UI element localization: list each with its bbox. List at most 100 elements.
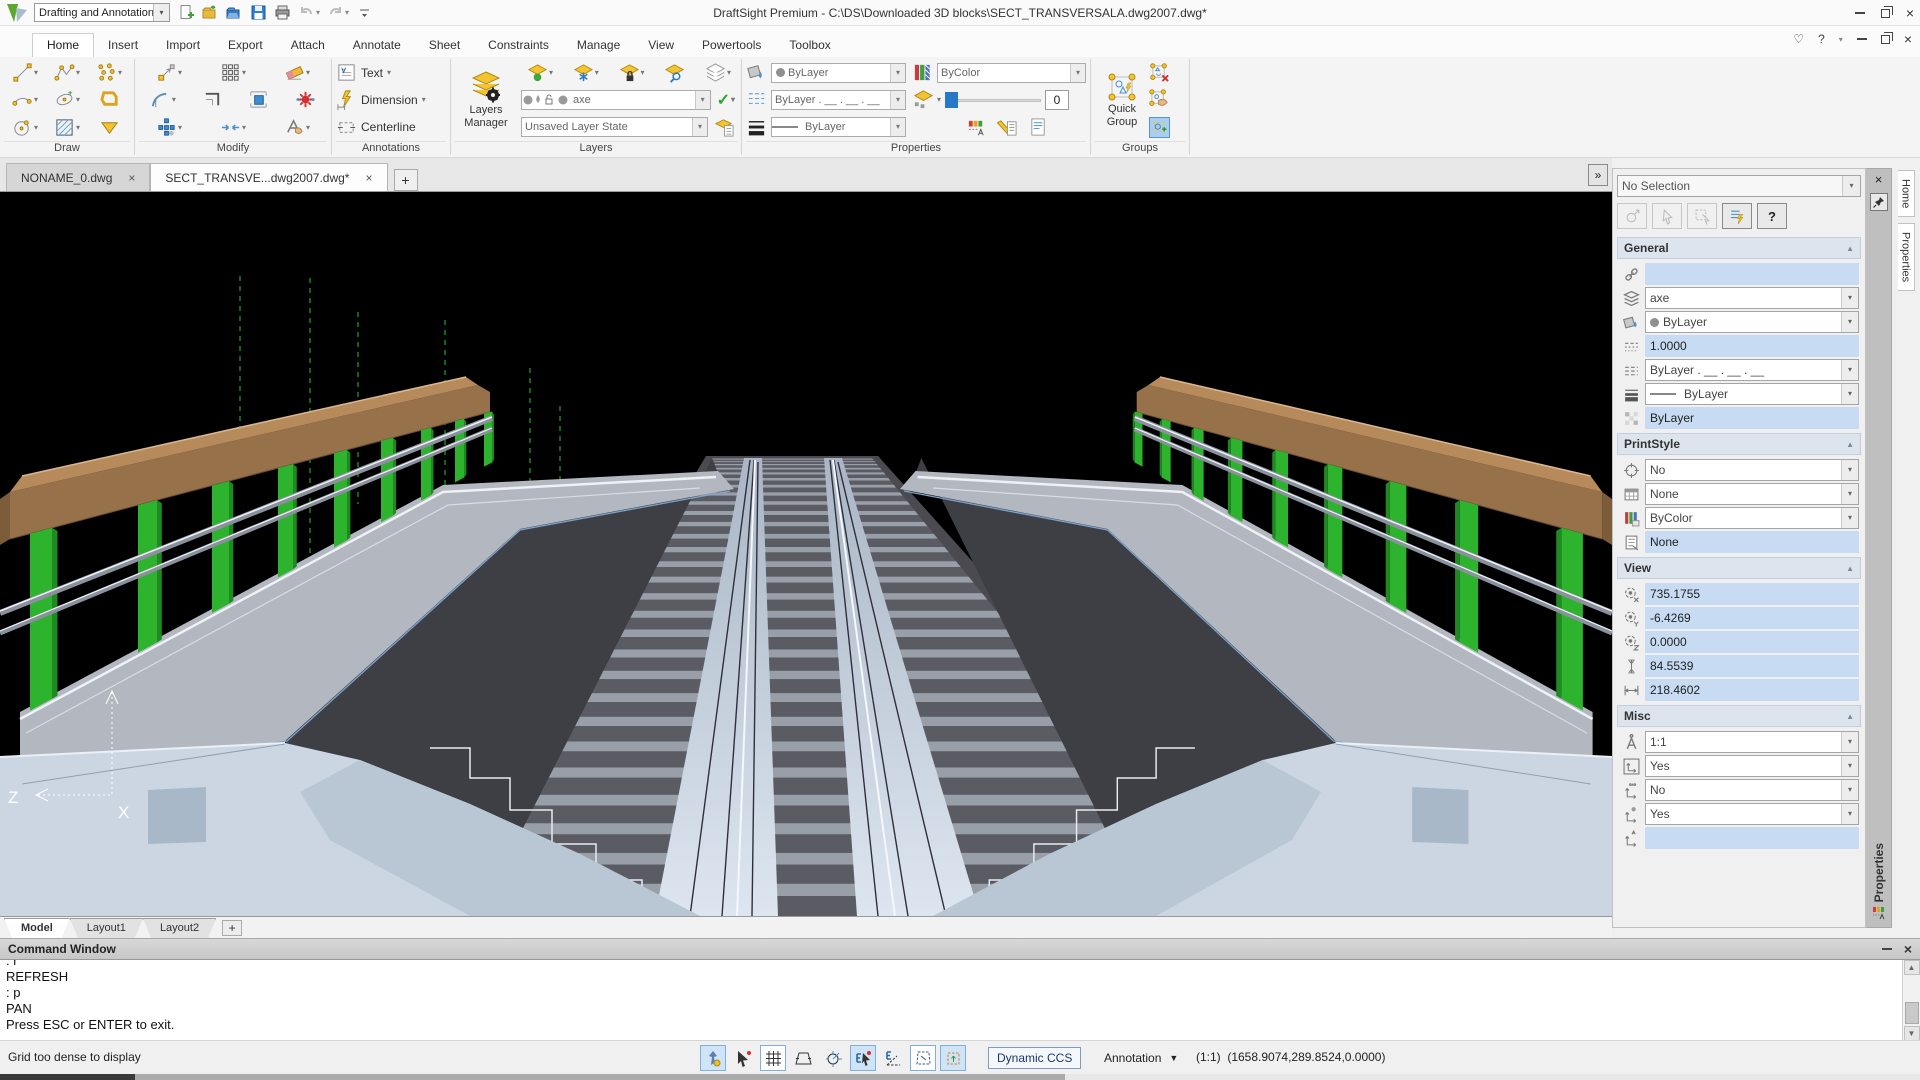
- selection-dropdown[interactable]: No Selection▾: [1617, 175, 1861, 197]
- scroll-thumb[interactable]: [1905, 1002, 1919, 1024]
- tab-insert[interactable]: Insert: [94, 34, 152, 57]
- dynamic-ccs-button[interactable]: Dynamic CCS: [988, 1047, 1081, 1069]
- grid-toggle[interactable]: [760, 1045, 786, 1071]
- text-tool[interactable]: Text▾: [336, 60, 446, 86]
- doc-close-button[interactable]: ×: [1904, 33, 1912, 45]
- customize-qat-button[interactable]: [356, 4, 373, 21]
- new-layout-button[interactable]: +: [222, 920, 242, 936]
- scroll-up-icon[interactable]: ▲: [1904, 960, 1920, 975]
- esnap-toggle[interactable]: [850, 1045, 876, 1071]
- command-window[interactable]: : r REFRESH : p PAN Press ESC or ENTER t…: [0, 959, 1920, 1040]
- line-color-dropdown[interactable]: ByLayer▾: [771, 63, 906, 83]
- annotation-monitor-icon[interactable]: [966, 117, 987, 138]
- command-scrollbar[interactable]: ▲ ▼: [1902, 960, 1920, 1040]
- active-layer-dropdown[interactable]: axe ▾: [521, 90, 711, 110]
- doc-tab-noname[interactable]: NONAME_0.dwg×: [6, 163, 150, 191]
- doc-minimize-button[interactable]: [1857, 38, 1867, 40]
- undo-button[interactable]: ▾: [298, 4, 320, 21]
- ungroup-button[interactable]: [1149, 62, 1170, 83]
- grid-snap-toggle[interactable]: [730, 1045, 756, 1071]
- save-button[interactable]: [250, 4, 267, 21]
- ucs-icon-dropdown[interactable]: Yes▾: [1645, 755, 1859, 777]
- command-minimize-button[interactable]: [1882, 948, 1892, 950]
- palette-tab-properties[interactable]: Properties: [1898, 223, 1915, 291]
- layer-freeze-tool[interactable]: ▾: [571, 60, 601, 86]
- layout2-tab[interactable]: Layout2: [143, 918, 216, 938]
- close-icon[interactable]: ×: [128, 171, 135, 185]
- section-view[interactable]: View▲: [1617, 557, 1861, 579]
- line-weight-dropdown[interactable]: ByLayer▾: [771, 117, 906, 137]
- tab-attach[interactable]: Attach: [277, 34, 339, 57]
- document-icon[interactable]: [1028, 117, 1049, 138]
- tab-manage[interactable]: Manage: [563, 34, 634, 57]
- view-center-y-field[interactable]: -6.4269: [1645, 607, 1859, 629]
- weld-tool[interactable]: [293, 87, 318, 113]
- chevron-down-icon[interactable]: ▾: [316, 8, 320, 17]
- tab-powertools[interactable]: Powertools: [688, 34, 775, 57]
- drawing-canvas[interactable]: Z X: [0, 192, 1612, 916]
- line-color-dropdown[interactable]: ByLayer▾: [1645, 311, 1859, 333]
- visual-style-field[interactable]: [1645, 827, 1859, 849]
- annotation-monitor-mini-icon[interactable]: [1872, 906, 1886, 923]
- tab-import[interactable]: Import: [152, 34, 214, 57]
- scale-tool[interactable]: ▾: [282, 114, 312, 140]
- apply-layer-check[interactable]: ✓▾: [715, 87, 737, 113]
- circle-tool[interactable]: ▾: [4, 114, 46, 140]
- quick-group-button[interactable]: Quick Group: [1095, 59, 1149, 141]
- line-weight-dropdown[interactable]: ByLayer▾: [1645, 383, 1859, 405]
- layer-state-manager-icon[interactable]: [712, 114, 737, 140]
- layer-activate-tool[interactable]: ▾: [525, 60, 555, 86]
- new-file-button[interactable]: [178, 4, 195, 21]
- printstyle-table-dropdown[interactable]: None▾: [1645, 483, 1859, 505]
- print-button[interactable]: [274, 4, 291, 21]
- pattern-tool[interactable]: ▾: [218, 60, 248, 86]
- offset-tool[interactable]: [246, 87, 271, 113]
- chevron-down-icon[interactable]: ▾: [695, 91, 710, 109]
- stretch-tool[interactable]: ▾: [154, 114, 184, 140]
- doc-restore-button[interactable]: [1881, 35, 1890, 44]
- command-close-button[interactable]: ×: [1904, 943, 1912, 955]
- annotation-scale-dropdown[interactable]: Annotation▼: [1098, 1047, 1184, 1069]
- select-add-button[interactable]: [1687, 203, 1717, 229]
- ellipse-tool[interactable]: ▾: [46, 87, 88, 113]
- line-style-dropdown[interactable]: ByLayer . __ . __ . __▾: [771, 90, 906, 110]
- panel-pin-button[interactable]: [1870, 193, 1888, 211]
- dimension-tool[interactable]: Dimension▾: [336, 87, 446, 113]
- tab-toolbox[interactable]: Toolbox: [775, 34, 844, 57]
- line-tool[interactable]: ▾: [4, 60, 46, 86]
- chevron-down-icon[interactable]: ▾: [153, 4, 169, 21]
- model-tab[interactable]: Model: [4, 918, 70, 938]
- tab-view[interactable]: View: [634, 34, 688, 57]
- workspace-selector[interactable]: Drafting and Annotation ▾: [34, 3, 170, 22]
- trim-tool[interactable]: [200, 87, 225, 113]
- doc-tab-sect-transversala[interactable]: SECT_TRANSVE...dwg2007.dwg*×: [150, 163, 387, 191]
- ccs-box-toggle[interactable]: [940, 1045, 966, 1071]
- polyline-tool[interactable]: ▾: [46, 60, 88, 86]
- hyperlink-field[interactable]: [1645, 263, 1859, 285]
- import-folder-button[interactable]: [226, 4, 243, 21]
- section-general[interactable]: General▲: [1617, 237, 1861, 259]
- feedback-heart-icon[interactable]: ♡: [1793, 32, 1804, 46]
- redo-button[interactable]: ▾: [327, 4, 349, 21]
- ucs-origin-dropdown[interactable]: No▾: [1645, 779, 1859, 801]
- solid-tool[interactable]: [88, 114, 130, 140]
- line-style-dropdown[interactable]: ByLayer . __ . __ . __▾: [1645, 359, 1859, 381]
- select-group-button[interactable]: [1617, 203, 1647, 229]
- layer-states-tool[interactable]: ▾: [703, 60, 733, 86]
- view-height-field[interactable]: 84.5539: [1645, 655, 1859, 677]
- hatch-tool[interactable]: ▾: [46, 114, 88, 140]
- entity-frame-toggle[interactable]: [910, 1045, 936, 1071]
- tab-constraints[interactable]: Constraints: [474, 34, 563, 57]
- group-toggle-button[interactable]: [1149, 117, 1170, 138]
- panel-help-button[interactable]: ?: [1757, 203, 1787, 229]
- help-button[interactable]: ?: [1818, 32, 1825, 46]
- panel-close-button[interactable]: ×: [1875, 173, 1883, 187]
- panel-collapse-button[interactable]: »: [1588, 164, 1608, 186]
- quick-select-button[interactable]: [1722, 203, 1752, 229]
- layer-preview-tool[interactable]: [662, 60, 687, 86]
- transparency-value[interactable]: 0: [1045, 90, 1069, 110]
- annotation-scale-dropdown[interactable]: 1:1▾: [1645, 731, 1859, 753]
- fill-color-dropdown[interactable]: ByColor▾: [937, 63, 1086, 83]
- notes-icon[interactable]: [997, 117, 1018, 138]
- polar-toggle[interactable]: [820, 1045, 846, 1071]
